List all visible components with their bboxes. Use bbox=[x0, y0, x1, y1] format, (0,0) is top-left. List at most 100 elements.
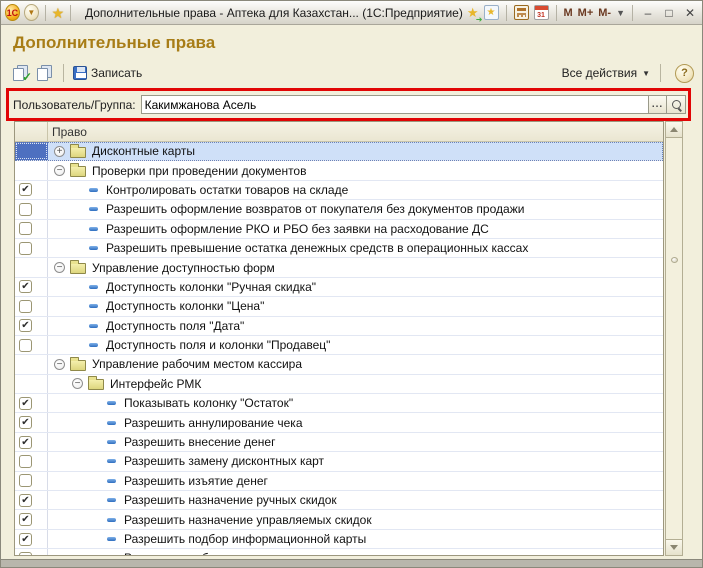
tree-row[interactable]: −Проверки при проведении документов bbox=[15, 161, 663, 180]
checkbox-cell[interactable]: ✔ bbox=[15, 317, 48, 335]
tree-row[interactable]: −Управление рабочим местом кассира bbox=[15, 355, 663, 374]
choose-button[interactable]: ... bbox=[648, 95, 666, 114]
scroll-up-button[interactable] bbox=[665, 121, 683, 138]
checked-checkbox[interactable]: ✔ bbox=[19, 416, 32, 429]
tree-cell: −Управление доступностью форм bbox=[48, 258, 663, 276]
checkbox-cell[interactable] bbox=[15, 472, 48, 490]
unchecked-checkbox[interactable] bbox=[19, 203, 32, 216]
checkbox-cell[interactable]: ✔ bbox=[15, 491, 48, 509]
memory-plus-button[interactable]: M+ bbox=[578, 7, 594, 19]
calculator-icon[interactable] bbox=[514, 5, 529, 20]
leaf-dash-icon bbox=[89, 304, 98, 308]
checkbox-cell[interactable] bbox=[15, 239, 48, 257]
checkbox-column-header[interactable] bbox=[15, 122, 48, 141]
unchecked-checkbox[interactable] bbox=[19, 242, 32, 255]
checked-checkbox[interactable]: ✔ bbox=[19, 183, 32, 196]
checkbox-cell[interactable] bbox=[15, 200, 48, 218]
scroll-down-button[interactable] bbox=[665, 539, 683, 556]
unchecked-checkbox[interactable] bbox=[19, 300, 32, 313]
tree-row[interactable]: ✔Доступность колонки "Ручная скидка" bbox=[15, 278, 663, 297]
save-close-icon: ✓ bbox=[12, 65, 30, 81]
calendar-icon[interactable]: 31 bbox=[534, 5, 549, 20]
tree-row[interactable]: −Интерфейс РМК bbox=[15, 375, 663, 394]
tree-row-label: Контролировать остатки товаров на складе bbox=[106, 183, 348, 197]
save-button[interactable]: Записать bbox=[70, 65, 145, 81]
checkbox-cell[interactable]: ✔ bbox=[15, 433, 48, 451]
floppy-disk-icon bbox=[73, 66, 87, 80]
checked-checkbox[interactable]: ✔ bbox=[19, 397, 32, 410]
all-actions-button[interactable]: Все действия ▼ bbox=[558, 64, 654, 82]
save-and-close-button[interactable]: ✓ bbox=[9, 64, 33, 82]
tree-row[interactable]: Разрешить работу с отложенными чеками bbox=[15, 549, 663, 556]
unchecked-checkbox[interactable] bbox=[19, 552, 32, 556]
unchecked-checkbox[interactable] bbox=[19, 222, 32, 235]
tree-row[interactable]: −Управление доступностью форм bbox=[15, 258, 663, 277]
checked-checkbox[interactable]: ✔ bbox=[19, 319, 32, 332]
tree-row-label: Разрешить назначение управляемых скидок bbox=[124, 513, 372, 527]
tree-row[interactable]: +Дисконтные карты bbox=[15, 142, 663, 161]
add-to-favorites-icon[interactable]: ★ bbox=[467, 5, 479, 21]
unchecked-checkbox[interactable] bbox=[19, 339, 32, 352]
collapse-icon[interactable]: − bbox=[54, 359, 65, 370]
tree-row[interactable]: ✔ Разрешить назначение управляемых скидок bbox=[15, 510, 663, 529]
tree-row[interactable]: Разрешить оформление возвратов от покупа… bbox=[15, 200, 663, 219]
checkbox-cell[interactable]: ✔ bbox=[15, 278, 48, 296]
tree-row-label: Разрешить внесение денег bbox=[124, 435, 275, 449]
collapse-icon[interactable]: − bbox=[72, 378, 83, 389]
tree-row[interactable]: Разрешить замену дисконтных карт bbox=[15, 452, 663, 471]
pravo-column-header[interactable]: Право bbox=[48, 122, 663, 141]
vertical-scrollbar[interactable] bbox=[665, 121, 683, 556]
more-tools-chevron-icon[interactable]: ▼ bbox=[616, 8, 625, 18]
checked-checkbox[interactable]: ✔ bbox=[19, 436, 32, 449]
checkbox-cell[interactable] bbox=[15, 452, 48, 470]
memory-button[interactable]: M bbox=[564, 7, 573, 19]
checkbox-cell bbox=[15, 355, 48, 373]
checkbox-cell[interactable]: ✔ bbox=[15, 530, 48, 548]
user-group-input[interactable] bbox=[141, 95, 648, 114]
checkbox-cell[interactable]: ✔ bbox=[15, 181, 48, 199]
tree-row[interactable]: Доступность поля и колонки "Продавец" bbox=[15, 336, 663, 355]
tree-row[interactable]: Разрешить оформление РКО и РБО без заявк… bbox=[15, 220, 663, 239]
open-favorites-icon[interactable]: ★ bbox=[484, 5, 499, 20]
tree-row[interactable]: Доступность колонки "Цена" bbox=[15, 297, 663, 316]
checked-checkbox[interactable]: ✔ bbox=[19, 280, 32, 293]
collapse-icon[interactable]: − bbox=[54, 165, 65, 176]
search-button[interactable] bbox=[666, 95, 686, 114]
checkbox-cell[interactable] bbox=[15, 549, 48, 556]
checkbox-cell bbox=[15, 142, 48, 160]
memory-minus-button[interactable]: M- bbox=[598, 7, 611, 19]
collapse-icon[interactable]: − bbox=[54, 262, 65, 273]
tree-row[interactable]: ✔ Доступность поля "Дата" bbox=[15, 317, 663, 336]
reread-button[interactable] bbox=[33, 64, 57, 82]
checkbox-cell[interactable]: ✔ bbox=[15, 413, 48, 431]
checked-checkbox[interactable]: ✔ bbox=[19, 533, 32, 546]
tree-row-label: Доступность поля "Дата" bbox=[106, 319, 244, 333]
tree-row[interactable]: ✔Разрешить подбор информационной карты bbox=[15, 530, 663, 549]
maximize-button[interactable]: □ bbox=[661, 5, 677, 21]
main-menu-button[interactable]: ▼ bbox=[24, 4, 39, 21]
tree-row[interactable]: ✔Разрешить назначение ручных скидок bbox=[15, 491, 663, 510]
tree-row[interactable]: Разрешить изъятие денег bbox=[15, 472, 663, 491]
close-button[interactable]: ✕ bbox=[682, 5, 698, 21]
tree-row[interactable]: ✔ Разрешить внесение денег bbox=[15, 433, 663, 452]
expand-icon[interactable]: + bbox=[54, 146, 65, 157]
checked-checkbox[interactable]: ✔ bbox=[19, 494, 32, 507]
minimize-button[interactable]: – bbox=[640, 5, 656, 21]
tree-row[interactable]: ✔ Контролировать остатки товаров на склад… bbox=[15, 181, 663, 200]
unchecked-checkbox[interactable] bbox=[19, 455, 32, 468]
tree-row[interactable]: ✔Показывать колонку "Остаток" bbox=[15, 394, 663, 413]
tree-row[interactable]: ✔Разрешить аннулирование чека bbox=[15, 413, 663, 432]
checkbox-cell[interactable]: ✔ bbox=[15, 510, 48, 528]
checkbox-cell[interactable] bbox=[15, 220, 48, 238]
help-button[interactable]: ? bbox=[675, 64, 694, 83]
checkbox-cell[interactable] bbox=[15, 336, 48, 354]
favorites-star-icon[interactable]: ★ bbox=[52, 5, 65, 21]
unchecked-checkbox[interactable] bbox=[19, 474, 32, 487]
checkbox-cell[interactable]: ✔ bbox=[15, 394, 48, 412]
scrollbar-track[interactable] bbox=[666, 137, 682, 540]
checked-checkbox[interactable]: ✔ bbox=[19, 513, 32, 526]
copy-sheets-icon bbox=[36, 65, 54, 81]
checkbox-cell[interactable] bbox=[15, 297, 48, 315]
tree-row[interactable]: Разрешить превышение остатка денежных ср… bbox=[15, 239, 663, 258]
scrollbar-thumb[interactable] bbox=[671, 257, 678, 263]
